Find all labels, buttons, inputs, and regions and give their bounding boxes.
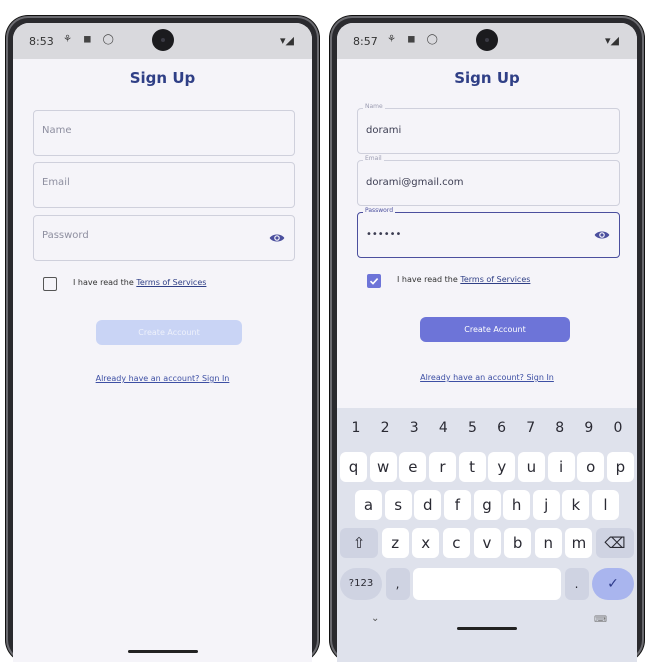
- email-field[interactable]: Email: [33, 162, 295, 208]
- page-title: Sign Up: [129, 69, 196, 87]
- password-value: ••••••: [366, 229, 402, 240]
- screen: 8:57 ⚘ ◼ ◯ ▾◢ Sign Up Name dorami Email …: [337, 23, 637, 662]
- home-indicator: [457, 627, 517, 630]
- status-bar: 8:53 ⚘ ◼ ◯ ▾◢: [13, 23, 312, 59]
- key-r[interactable]: r: [428, 452, 456, 482]
- bottom-key-row: ?123 , . ✓: [337, 568, 637, 600]
- name-placeholder: Name: [42, 125, 72, 136]
- key-e[interactable]: e: [399, 452, 427, 482]
- key-o[interactable]: o: [577, 452, 605, 482]
- key-0[interactable]: 0: [605, 416, 631, 440]
- key-1[interactable]: 1: [343, 416, 369, 440]
- key-q[interactable]: q: [340, 452, 367, 482]
- check-icon: [369, 278, 379, 285]
- key-4[interactable]: 4: [430, 416, 456, 440]
- terms-checkbox[interactable]: [43, 277, 57, 291]
- sign-in-link[interactable]: Already have an account? Sign In: [337, 373, 637, 382]
- email-value: dorami@gmail.com: [366, 177, 464, 188]
- email-label: Email: [363, 155, 384, 162]
- email-field[interactable]: Email dorami@gmail.com: [357, 155, 620, 206]
- eye-icon[interactable]: [594, 227, 610, 243]
- key-t[interactable]: t: [458, 452, 486, 482]
- signal-battery-icon: ▾◢: [605, 34, 619, 47]
- key-k[interactable]: k: [562, 490, 590, 520]
- key-a[interactable]: a: [355, 490, 382, 520]
- key-m[interactable]: m: [565, 528, 593, 558]
- key-x[interactable]: x: [412, 528, 440, 558]
- key-c[interactable]: c: [442, 528, 470, 558]
- camera-cutout: [151, 29, 174, 51]
- key-i[interactable]: i: [547, 452, 575, 482]
- key-b[interactable]: b: [504, 528, 532, 558]
- key-2[interactable]: 2: [372, 416, 398, 440]
- key-v[interactable]: v: [473, 528, 501, 558]
- terms-label: I have read the Terms of Services: [73, 278, 207, 287]
- status-time: 8:57: [353, 35, 378, 48]
- terms-checkbox[interactable]: [367, 274, 381, 288]
- letter-row-1: q w e r t y u i o p: [337, 452, 637, 482]
- terms-label: I have read the Terms of Services: [397, 275, 531, 284]
- key-7[interactable]: 7: [518, 416, 544, 440]
- key-9[interactable]: 9: [576, 416, 602, 440]
- key-y[interactable]: y: [488, 452, 516, 482]
- key-j[interactable]: j: [532, 490, 560, 520]
- sign-in-link[interactable]: Already have an account? Sign In: [13, 374, 312, 383]
- letter-row-2: a s d f g h j k l: [337, 490, 637, 520]
- backspace-key[interactable]: ⌫: [596, 528, 634, 558]
- terms-link[interactable]: Terms of Services: [460, 275, 530, 284]
- email-placeholder: Email: [42, 177, 70, 188]
- status-icons: ⚘ ◼ ◯: [63, 34, 118, 45]
- enter-key[interactable]: ✓: [592, 568, 634, 600]
- screen: 8:53 ⚘ ◼ ◯ ▾◢ Sign Up Name Email Passwor…: [13, 23, 312, 662]
- key-p[interactable]: p: [606, 452, 634, 482]
- comma-key[interactable]: ,: [385, 568, 410, 600]
- letter-row-3: ⇧ z x c v b n m ⌫: [337, 528, 637, 558]
- shift-key[interactable]: ⇧: [340, 528, 378, 558]
- key-6[interactable]: 6: [489, 416, 515, 440]
- create-account-button[interactable]: Create Account: [96, 320, 242, 345]
- signal-battery-icon: ▾◢: [280, 34, 294, 47]
- name-field[interactable]: Name dorami: [357, 103, 620, 154]
- status-time: 8:53: [29, 35, 54, 48]
- phone-filled-form: 8:57 ⚘ ◼ ◯ ▾◢ Sign Up Name dorami Email …: [330, 16, 644, 662]
- key-n[interactable]: n: [534, 528, 562, 558]
- home-indicator: [127, 650, 198, 653]
- password-placeholder: Password: [42, 230, 89, 241]
- password-label: Password: [363, 207, 396, 214]
- phone-empty-form: 8:53 ⚘ ◼ ◯ ▾◢ Sign Up Name Email Passwor…: [6, 16, 319, 662]
- period-key[interactable]: .: [564, 568, 589, 600]
- key-5[interactable]: 5: [459, 416, 485, 440]
- key-l[interactable]: l: [592, 490, 619, 520]
- key-8[interactable]: 8: [547, 416, 573, 440]
- symbols-key[interactable]: ?123: [340, 568, 382, 600]
- key-s[interactable]: s: [384, 490, 412, 520]
- status-icons: ⚘ ◼ ◯: [387, 34, 442, 45]
- number-row: 1 2 3 4 5 6 7 8 9 0: [337, 416, 637, 440]
- key-g[interactable]: g: [473, 490, 501, 520]
- camera-cutout: [476, 29, 498, 51]
- terms-link[interactable]: Terms of Services: [136, 278, 206, 287]
- keyboard-switch-icon[interactable]: ⌨: [594, 615, 607, 625]
- status-bar: 8:57 ⚘ ◼ ◯ ▾◢: [337, 23, 637, 59]
- password-field[interactable]: Password ••••••: [357, 207, 620, 258]
- create-account-button[interactable]: Create Account: [420, 317, 570, 342]
- password-field[interactable]: Password: [33, 215, 295, 261]
- keyboard-nav-bar: ⌄ ⌨: [337, 613, 637, 633]
- key-d[interactable]: d: [414, 490, 442, 520]
- key-z[interactable]: z: [381, 528, 409, 558]
- name-label: Name: [363, 103, 385, 110]
- key-3[interactable]: 3: [401, 416, 427, 440]
- key-h[interactable]: h: [503, 490, 531, 520]
- space-bar[interactable]: [413, 568, 561, 600]
- name-value: dorami: [366, 125, 402, 136]
- key-w[interactable]: w: [369, 452, 397, 482]
- eye-icon[interactable]: [269, 230, 285, 246]
- key-f[interactable]: f: [443, 490, 471, 520]
- page-title: Sign Up: [454, 69, 520, 87]
- name-field[interactable]: Name: [33, 110, 295, 156]
- soft-keyboard: 1 2 3 4 5 6 7 8 9 0 q w e r t y u i o p …: [337, 408, 637, 662]
- collapse-keyboard-icon[interactable]: ⌄: [371, 613, 379, 624]
- key-u[interactable]: u: [517, 452, 545, 482]
